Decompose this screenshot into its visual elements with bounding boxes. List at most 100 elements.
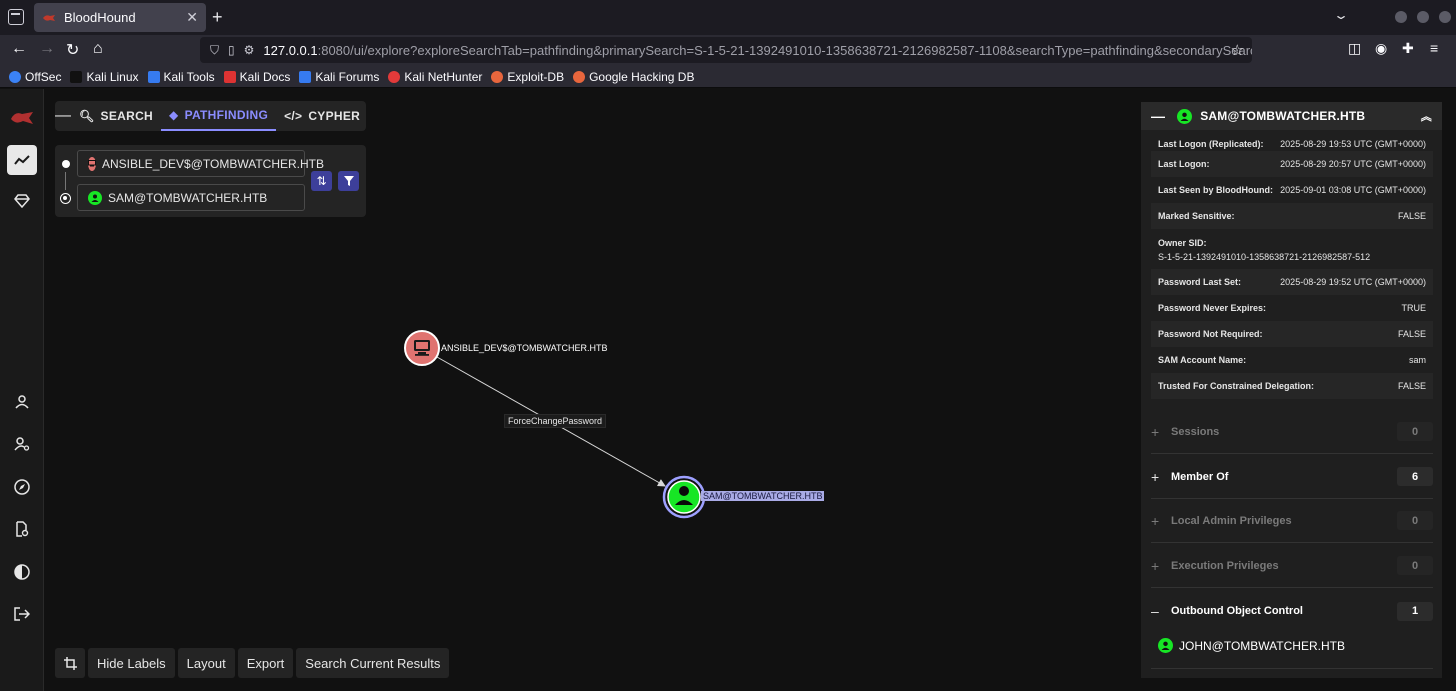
section-execution-privileges[interactable]: + Execution Privileges 0 [1151, 544, 1433, 588]
pocket-icon[interactable]: ◫ [1348, 40, 1361, 57]
bloodhound-favicon-icon [43, 14, 55, 21]
new-tab-icon[interactable]: + [212, 7, 223, 28]
entity-title: SAM@TOMBWATCHER.HTB [1200, 109, 1366, 123]
offsec-icon [9, 70, 21, 83]
bookmark-exploit-db[interactable]: Exploit-DB [491, 70, 564, 84]
tab-list-icon[interactable] [8, 9, 24, 25]
close-window-icon[interactable] [1439, 11, 1451, 23]
computer-icon [88, 156, 96, 171]
prop-password-last-set: Password Last Set: 2025-08-29 19:52 UTC … [1151, 269, 1433, 295]
crop-icon[interactable] [55, 648, 85, 678]
explore-icon[interactable] [7, 145, 37, 175]
home-icon[interactable]: ⌂ [93, 40, 103, 58]
user-node-icon [88, 190, 102, 205]
collapse-panel-icon[interactable]: — [1151, 108, 1165, 124]
collapse-toolbar-icon[interactable]: — [55, 107, 71, 125]
browser-tab-bar: BloodHound ✕ + ⌄ [0, 0, 1456, 35]
divider [1151, 668, 1433, 669]
section-local-admin[interactable]: + Local Admin Privileges 0 [1151, 499, 1433, 543]
maximize-icon[interactable] [1417, 11, 1429, 23]
node-label-sam: SAM@TOMBWATCHER.HTB [701, 491, 825, 501]
shield-icon[interactable]: ⛉ [210, 43, 219, 58]
bookmark-google-hacking-db[interactable]: Google Hacking DB [573, 70, 694, 84]
entity-panel-header[interactable]: — SAM@TOMBWATCHER.HTB ︽ [1141, 102, 1442, 130]
path-connector [65, 172, 66, 190]
user-icon[interactable] [7, 387, 37, 417]
close-tab-icon[interactable]: ✕ [186, 9, 198, 26]
browser-tab[interactable]: BloodHound ✕ [34, 3, 206, 32]
tab-cypher[interactable]: </> CYPHER [276, 101, 368, 131]
start-node-marker-icon [62, 160, 70, 168]
reload-icon[interactable]: ↻ [66, 40, 79, 60]
bookmark-kali-docs[interactable]: Kali Docs [223, 70, 290, 84]
extensions-icon[interactable]: ✚ [1402, 40, 1414, 57]
app-sidebar [0, 89, 44, 691]
prop-password-never-expires: Password Never Expires: TRUE [1158, 303, 1426, 313]
prop-sam-account-name: SAM Account Name: sam [1158, 355, 1426, 365]
page-icon[interactable]: ▯ [228, 43, 235, 57]
user-settings-icon[interactable] [7, 429, 37, 459]
start-node-input[interactable]: ANSIBLE_DEV$@TOMBWATCHER.HTB [77, 150, 324, 177]
url-path: :8080/ui/explore?exploreSearchTab=pathfi… [317, 42, 1252, 58]
compass-icon[interactable] [7, 472, 37, 502]
bookmark-kali-tools[interactable]: Kali Tools [147, 70, 215, 84]
bookmark-star-icon[interactable]: ☆ [1231, 41, 1244, 59]
bookmark-kali-nethunter[interactable]: Kali NetHunter [388, 70, 482, 84]
account-icon[interactable]: ◉ [1375, 40, 1387, 57]
logout-icon[interactable] [7, 599, 37, 629]
entity-info-panel: Last Logon (Replicated): 2025-08-29 19:5… [1141, 102, 1442, 678]
kali-tools-icon [147, 70, 160, 83]
layout-button[interactable]: Layout [177, 648, 235, 678]
section-member-of[interactable]: + Member Of 6 [1151, 455, 1433, 499]
permissions-icon[interactable]: ⚙ [244, 43, 255, 57]
prop-trusted-constrained-delegation: Trusted For Constrained Delegation: FALS… [1151, 373, 1433, 399]
menu-icon[interactable]: ≡ [1430, 40, 1438, 56]
diamond-gem-icon[interactable] [7, 186, 37, 216]
dark-mode-icon[interactable] [7, 557, 37, 587]
browser-nav-bar: ← → ↻ ⌂ ⛉ ▯ ⚙ 127.0.0.1 :8080/ui/explore… [0, 35, 1456, 66]
tab-search[interactable]: 🔍︎ SEARCH [71, 101, 161, 131]
pathfinding-panel: ANSIBLE_DEV$@TOMBWATCHER.HTB SAM@TOMBWAT… [55, 145, 366, 217]
node-ansible-dev[interactable] [404, 330, 440, 366]
code-icon: </> [284, 109, 303, 123]
end-node-marker-icon [60, 193, 71, 204]
tab-pathfinding[interactable]: ◆ PATHFINDING [161, 101, 277, 131]
url-host: 127.0.0.1 [263, 42, 318, 58]
search-current-results-button[interactable]: Search Current Results [296, 648, 450, 678]
hide-labels-button[interactable]: Hide Labels [88, 648, 175, 678]
bookmark-kali-linux[interactable]: Kali Linux [70, 70, 139, 84]
minimize-icon[interactable] [1395, 11, 1407, 23]
file-search-icon[interactable] [7, 514, 37, 544]
bookmark-kali-forums[interactable]: Kali Forums [299, 70, 379, 84]
kali-forums-icon [299, 70, 312, 83]
back-icon[interactable]: ← [11, 40, 27, 58]
filter-icon[interactable] [338, 171, 359, 191]
prop-last-logon-replicated: Last Logon (Replicated): 2025-08-29 19:5… [1158, 139, 1426, 149]
graph-controls: Hide Labels Layout Export Search Current… [55, 648, 450, 678]
outbound-item-john[interactable]: JOHN@TOMBWATCHER.HTB [1158, 638, 1345, 653]
prop-marked-sensitive: Marked Sensitive: FALSE [1151, 203, 1433, 229]
prop-password-not-required: Password Not Required: FALSE [1151, 321, 1433, 347]
end-node-input[interactable]: SAM@TOMBWATCHER.HTB [77, 184, 305, 211]
forward-icon[interactable]: → [39, 40, 55, 58]
prop-last-seen: Last Seen by BloodHound: 2025-09-01 03:0… [1158, 185, 1426, 195]
kali-nethunter-icon [388, 70, 401, 83]
section-outbound-object-control[interactable]: – Outbound Object Control 1 [1151, 589, 1433, 633]
swap-nodes-icon[interactable]: ⇅ [311, 171, 332, 191]
user-node-icon [1177, 108, 1193, 124]
prop-owner-sid: Owner SID: S-1-5-21-1392491010-135863872… [1158, 238, 1371, 262]
export-button[interactable]: Export [237, 648, 294, 678]
bookmark-offsec[interactable]: OffSec [9, 70, 61, 84]
kali-linux-icon [70, 70, 83, 83]
node-sam[interactable] [662, 475, 706, 519]
chevron-up-icon[interactable]: ︽ [1421, 108, 1432, 124]
tab-title: BloodHound [64, 10, 136, 25]
node-label-ansible-dev: ANSIBLE_DEV$@TOMBWATCHER.HTB [441, 343, 608, 353]
prop-last-logon: Last Logon: 2025-08-29 20:57 UTC (GMT+00… [1151, 151, 1433, 177]
url-bar[interactable]: ⛉ ▯ ⚙ 127.0.0.1 :8080/ui/explore?explore… [200, 37, 1252, 63]
section-sessions[interactable]: + Sessions 0 [1151, 410, 1433, 454]
chevron-down-icon[interactable]: ⌄ [1333, 8, 1349, 22]
search-icon: 🔍︎ [79, 109, 95, 123]
search-toolbar: — 🔍︎ SEARCH ◆ PATHFINDING </> CYPHER [55, 101, 366, 131]
bloodhound-logo-icon[interactable] [7, 103, 37, 133]
